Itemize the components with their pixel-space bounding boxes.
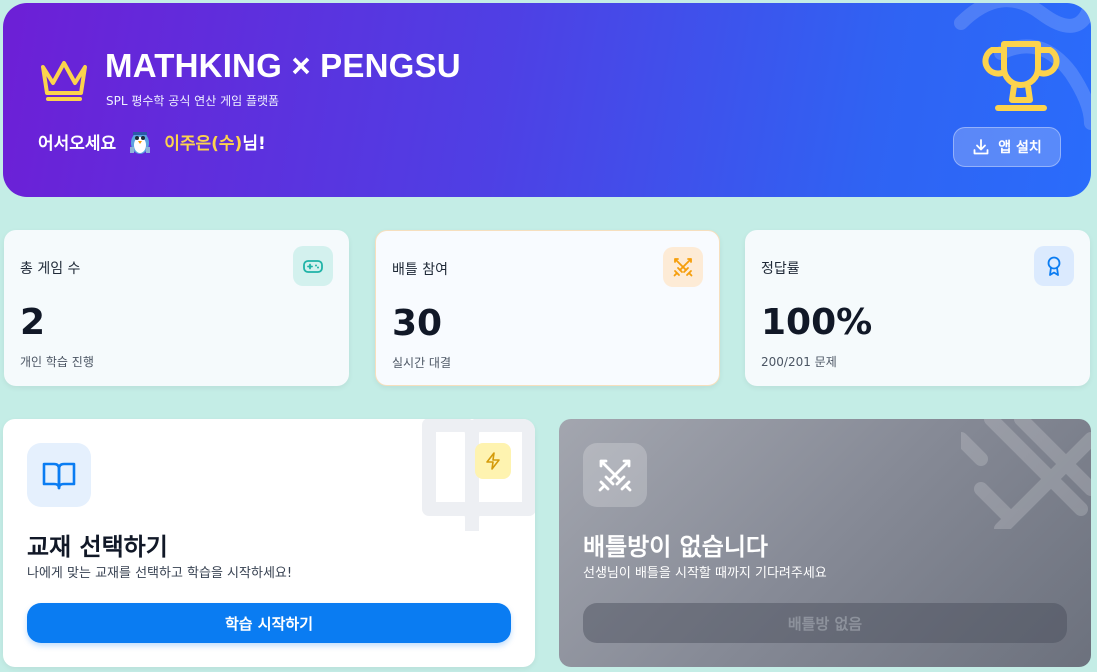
- user-name: 이주은(수): [164, 133, 243, 154]
- gamepad-icon: [303, 260, 323, 273]
- crown-icon: [41, 61, 87, 101]
- stat-value: 2: [20, 302, 46, 343]
- award-icon: [1047, 256, 1061, 276]
- no-battle-room-button: 배틀방 없음: [583, 603, 1067, 643]
- welcome-message: 어서오세요 이주은(수) 님!: [38, 127, 266, 155]
- stat-description: 개인 학습 진행: [20, 355, 94, 369]
- card-subtitle: 선생님이 배틀을 시작할 때까지 기다려주세요: [583, 566, 827, 581]
- stat-icon-box: [293, 246, 333, 286]
- install-app-label: 앱 설치: [998, 140, 1042, 156]
- card-title: 교재 선택하기: [27, 533, 168, 561]
- stat-value: 30: [392, 303, 443, 344]
- avatar-icon: [130, 132, 151, 154]
- app-subtitle: SPL 평수학 공식 연산 게임 플랫폼: [106, 94, 280, 108]
- stat-label: 총 게임 수: [20, 261, 81, 277]
- stat-description: 실시간 대결: [392, 356, 452, 370]
- welcome-prefix: 어서오세요: [38, 133, 117, 154]
- header-banner: MATHKING × PENGSU SPL 평수학 공식 연산 게임 플랫폼 어…: [3, 3, 1091, 197]
- crossed-swords-icon: [598, 459, 632, 492]
- stat-card-total-games: 총 게임 수 2 개인 학습 진행: [4, 230, 349, 386]
- install-app-button[interactable]: 앱 설치: [953, 127, 1061, 167]
- book-decoration-icon: [422, 419, 535, 531]
- stat-card-accuracy: 정답률 100% 200/201 문제: [745, 230, 1090, 386]
- stat-description: 200/201 문제: [761, 355, 837, 369]
- card-title: 배틀방이 없습니다: [583, 533, 768, 561]
- battle-room-card: 배틀방이 없습니다 선생님이 배틀을 시작할 때까지 기다려주세요 배틀방 없음: [559, 419, 1091, 667]
- book-open-icon: [42, 462, 76, 490]
- card-icon-box: [583, 443, 647, 507]
- stat-icon-box: [663, 247, 703, 287]
- start-learning-button[interactable]: 학습 시작하기: [27, 603, 511, 643]
- stat-value: 100%: [761, 302, 873, 343]
- textbook-select-card[interactable]: 교재 선택하기 나에게 맞는 교재를 선택하고 학습을 시작하세요! 학습 시작…: [3, 419, 535, 667]
- card-subtitle: 나에게 맞는 교재를 선택하고 학습을 시작하세요!: [27, 566, 293, 581]
- welcome-suffix: 님!: [242, 133, 266, 154]
- stat-label: 배틀 참여: [392, 262, 448, 278]
- stat-label: 정답률: [761, 261, 800, 277]
- stat-card-battle-participation: 배틀 참여 30 실시간 대결: [375, 230, 720, 386]
- bolt-badge: [475, 443, 511, 479]
- download-icon: [973, 139, 989, 155]
- crossed-swords-icon: [673, 258, 693, 277]
- lightning-icon: [486, 452, 500, 470]
- app-title: MATHKING × PENGSU: [105, 47, 461, 84]
- swords-decoration-icon: [961, 419, 1091, 529]
- trophy-icon: [982, 41, 1060, 111]
- stat-icon-box: [1034, 246, 1074, 286]
- card-icon-box: [27, 443, 91, 507]
